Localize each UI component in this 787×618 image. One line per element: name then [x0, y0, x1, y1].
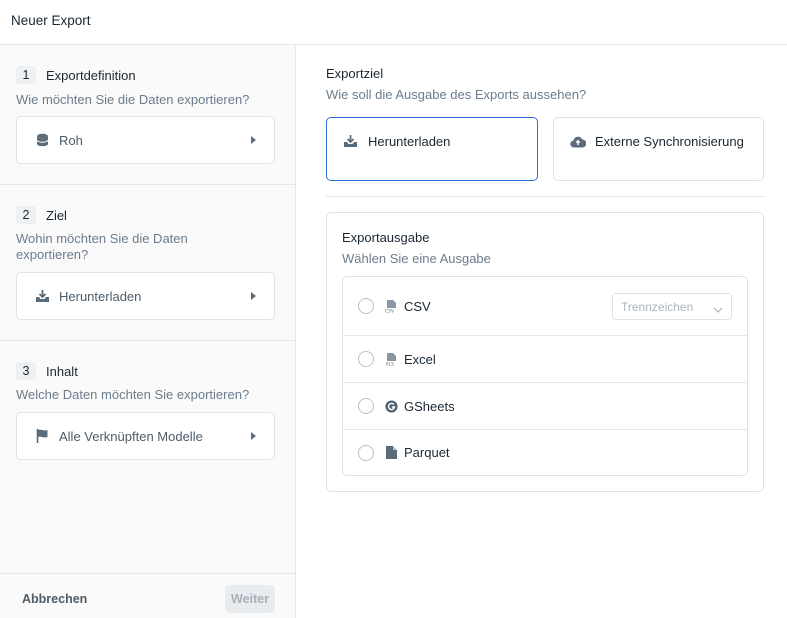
step-description: Wohin möchten Sie die Daten exportieren?	[16, 231, 188, 262]
selector-label: Roh	[59, 132, 83, 148]
output-title: Exportausgabe	[342, 230, 430, 245]
file-icon	[384, 446, 398, 460]
destination-option-download[interactable]: Herunterladen	[326, 117, 538, 181]
excel-radio[interactable]	[358, 351, 374, 367]
selector-label: Herunterladen	[59, 288, 142, 304]
divider	[326, 196, 764, 197]
export-definition-selector[interactable]: Roh	[16, 116, 275, 164]
format-label: Excel	[404, 351, 436, 367]
csv-file-icon: CSV	[384, 299, 398, 313]
output-format-list: CSV CSV Trennzeichen XLS Excel GSheets P…	[342, 276, 748, 476]
separator-placeholder: Trennzeichen	[621, 299, 694, 314]
step-number: 2	[16, 206, 36, 224]
google-icon	[384, 399, 398, 413]
step-destination: 2 Ziel Wohin möchten Sie die Daten expor…	[0, 185, 295, 341]
output-option-parquet[interactable]: Parquet	[343, 430, 747, 475]
output-option-gsheets[interactable]: GSheets	[343, 383, 747, 430]
modal-header: Neuer Export	[0, 0, 787, 45]
step-title: Inhalt	[46, 363, 78, 379]
steps-sidebar: 1 Exportdefinition Wie möchten Sie die D…	[0, 45, 296, 618]
step-number: 3	[16, 362, 36, 380]
parquet-radio[interactable]	[358, 444, 374, 461]
step-content: 3 Inhalt Welche Daten möchten Sie export…	[0, 341, 295, 573]
export-output-panel: Exportausgabe Wählen Sie eine Ausgabe CS…	[326, 212, 764, 492]
caret-right-icon	[251, 432, 256, 440]
format-label: Parquet	[404, 445, 450, 460]
content-selector[interactable]: Alle Verknüpften Modelle	[16, 412, 275, 460]
modal-title: Neuer Export	[11, 13, 91, 28]
sidebar-footer: Abbrechen Weiter	[0, 573, 295, 618]
format-label: CSV	[404, 298, 431, 314]
caret-right-icon	[251, 292, 256, 300]
cloud-upload-icon	[570, 135, 587, 149]
step-number: 1	[16, 66, 36, 84]
gsheets-radio[interactable]	[358, 398, 374, 414]
database-icon	[34, 132, 50, 148]
output-option-excel[interactable]: XLS Excel	[343, 336, 747, 383]
output-description: Wählen Sie eine Ausgabe	[342, 251, 491, 266]
output-option-csv[interactable]: CSV CSV Trennzeichen	[343, 277, 747, 336]
destination-option-external-sync[interactable]: Externe Synchronisierung	[553, 117, 764, 181]
selector-label: Alle Verknüpften Modelle	[59, 428, 203, 444]
csv-radio[interactable]	[358, 298, 374, 314]
step-export-definition: 1 Exportdefinition Wie möchten Sie die D…	[0, 45, 295, 185]
step-description: Welche Daten möchten Sie exportieren?	[16, 387, 250, 402]
download-icon	[34, 288, 50, 304]
xls-file-icon: XLS	[384, 352, 398, 366]
chevron-down-icon	[713, 303, 723, 317]
download-icon	[343, 135, 359, 149]
next-button[interactable]: Weiter	[225, 585, 275, 613]
svg-text:XLS: XLS	[385, 361, 394, 366]
separator-select[interactable]: Trennzeichen	[612, 293, 732, 320]
flag-icon	[34, 428, 50, 444]
destination-option-label: Externe Synchronisierung	[595, 134, 744, 149]
step-description: Wie möchten Sie die Daten exportieren?	[16, 92, 250, 107]
destination-description: Wie soll die Ausgabe des Exports aussehe…	[326, 87, 587, 102]
destination-title: Exportziel	[326, 66, 384, 81]
cancel-button[interactable]: Abbrechen	[22, 592, 87, 606]
destination-selector[interactable]: Herunterladen	[16, 272, 275, 320]
step-title: Ziel	[46, 207, 67, 223]
destination-option-label: Herunterladen	[368, 134, 451, 149]
main-panel: Exportziel Wie soll die Ausgabe des Expo…	[296, 45, 787, 618]
format-label: GSheets	[404, 398, 455, 414]
svg-text:CSV: CSV	[385, 308, 395, 313]
step-title: Exportdefinition	[46, 67, 136, 83]
caret-right-icon	[251, 136, 256, 144]
